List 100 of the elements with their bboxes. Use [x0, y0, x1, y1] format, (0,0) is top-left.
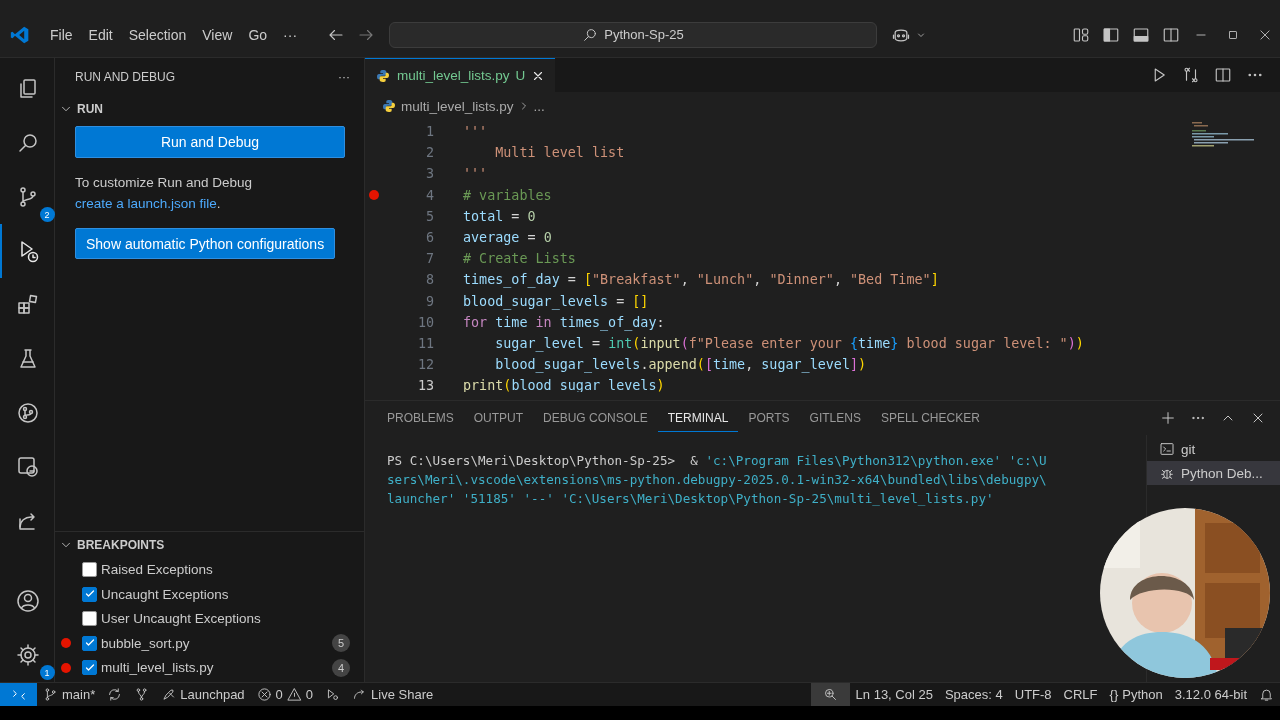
breadcrumb-item[interactable]: multi_level_lists.py [401, 98, 514, 114]
cursor-position[interactable]: Ln 13, Col 25 [849, 683, 939, 706]
split-layout-icon[interactable] [1162, 25, 1180, 44]
checkbox[interactable] [82, 586, 97, 602]
code-line: sugar_level = int(input(f"Please enter your {time} blood sugar level: ")) [494, 335, 1084, 351]
error-icon [256, 687, 272, 702]
code-line: times_of_day = ["Breakfast", "Lunch", "Dinner", "Bed Time"] [463, 272, 939, 288]
encoding-item[interactable]: UTF-8 [1008, 683, 1058, 706]
checkbox[interactable] [82, 660, 97, 676]
line-number: 11 [416, 335, 434, 351]
breakpoint-label: User Uncaught Exceptions [101, 611, 261, 627]
run-and-debug-button[interactable]: Run and Debug [75, 126, 345, 158]
indentation-item[interactable]: Spaces: 4 [938, 683, 1009, 706]
terminal-line: PS C:\Users\Meri\Desktop\Python-Sp-25> & 'c:\Program Files\Python312\python.exe' 'c:\U [387, 452, 1047, 470]
menu-item[interactable]: ··· [275, 24, 306, 45]
split-editor-icon[interactable] [1214, 66, 1232, 84]
code-line: ''' [463, 166, 488, 182]
code-line: Multi level list [494, 145, 625, 161]
line-number: 5 [424, 208, 434, 224]
launch-json-link[interactable]: create a launch.json file [75, 196, 217, 211]
warning-icon [286, 687, 302, 702]
search-field[interactable]: Python-Sp-25 [389, 21, 878, 48]
settings-icon[interactable] [16, 643, 40, 667]
checkbox[interactable] [82, 562, 97, 578]
compare-changes-icon[interactable] [1182, 66, 1200, 84]
code-line: total = 0 [463, 208, 536, 224]
debug-icon [325, 687, 341, 702]
code-line: ''' [463, 124, 488, 140]
branch-icon [43, 687, 58, 702]
line-number: 1 [424, 124, 434, 140]
menu-item[interactable]: View [194, 24, 241, 45]
plus-icon[interactable] [1160, 410, 1176, 426]
sidebar-toggle-icon[interactable] [1102, 25, 1120, 44]
layout-icon[interactable] [1072, 25, 1090, 44]
language-item[interactable]: {} Python [1103, 683, 1169, 706]
app-logo-icon [10, 24, 30, 45]
menu-item[interactable]: Selection [120, 24, 195, 45]
notification-badge: 1 [39, 665, 55, 680]
line-number: 3 [424, 166, 434, 182]
checkmark-icon [83, 661, 96, 674]
account-icon[interactable] [16, 589, 40, 613]
panel-tab[interactable]: OUTPUT [463, 404, 534, 432]
branch-item[interactable]: main* [37, 683, 102, 706]
terminal-icon [1159, 441, 1175, 457]
line-ending-item[interactable]: CRLF [1057, 683, 1104, 706]
terminal-line: sers\Meri\.vscode\extensions\ms-python.debugpy-2025.0.1-win32-x64\bundled\libs\debugpy\ [387, 471, 1047, 489]
editor-tab[interactable]: multi_level_lists.py U [365, 58, 556, 92]
section-header[interactable]: RUN [55, 96, 364, 122]
python-icon [381, 98, 397, 114]
search-icon [582, 26, 599, 43]
panel-tab[interactable]: GITLENS [799, 404, 871, 432]
search-icon[interactable] [16, 131, 40, 155]
launchpad-item[interactable]: Launchpad [155, 683, 251, 706]
line-number: 13 [416, 378, 434, 392]
breakpoint-label: bubble_sort.py [101, 635, 190, 651]
sidebar-title: RUN AND DEBUG [75, 70, 175, 84]
count-badge: 4 [332, 658, 350, 677]
breakpoint-label: multi_level_lists.py [101, 660, 214, 676]
checkbox[interactable] [82, 611, 97, 627]
checkbox[interactable] [82, 635, 97, 651]
code-line: average = 0 [463, 230, 552, 246]
panel-tab[interactable]: DEBUG CONSOLE [533, 404, 658, 432]
code-line: for time in times_of_day: [463, 314, 665, 330]
problems-item[interactable]: 0 0 [250, 683, 320, 706]
breadcrumb-item[interactable]: ... [533, 98, 545, 114]
more-actions-button[interactable]: ··· [338, 70, 350, 84]
remote-explorer-icon[interactable] [16, 455, 40, 479]
menu-item[interactable]: File [42, 24, 81, 45]
breakpoint-label: Raised Exceptions [101, 562, 213, 578]
panel-tab[interactable]: TERMINAL [657, 404, 739, 432]
line-number: 10 [416, 314, 434, 330]
line-number: 4 [424, 187, 434, 203]
code-line: # variables [463, 187, 552, 203]
code-line: blood_sugar_levels = [] [463, 293, 649, 309]
panel-toggle-icon[interactable] [1132, 25, 1150, 44]
terminal-list-item[interactable]: Python Deb... [1147, 461, 1280, 485]
help-text: To customize Run and Debug create a launch.json file. [75, 174, 254, 213]
line-number: 8 [424, 272, 434, 288]
count-badge: 5 [332, 634, 350, 653]
line-number: 6 [424, 230, 434, 246]
show-configurations-button[interactable]: Show automatic Python configurations [75, 228, 336, 259]
terminal-list-item[interactable]: git [1147, 437, 1280, 461]
terminal-line: launcher' '51185' '--' 'C:\Users\Meri\Desktop\Python-Sp-25\multi_level_lists.py' [387, 490, 995, 508]
line-number: 2 [424, 145, 434, 161]
sync-icon [107, 687, 123, 702]
breakpoint-label: Uncaught Exceptions [101, 586, 229, 602]
line-number: 9 [424, 293, 434, 309]
python-icon [375, 67, 391, 84]
panel-tab[interactable]: PORTS [738, 404, 800, 432]
live-share-item[interactable]: Live Share [346, 683, 440, 706]
section-header[interactable]: BREAKPOINTS [55, 531, 364, 558]
git-graph-icon[interactable] [16, 401, 40, 425]
panel-tab[interactable]: PROBLEMS [377, 404, 464, 432]
menu-item[interactable]: Go [240, 24, 276, 45]
zoom-button[interactable] [810, 683, 850, 706]
interpreter-item[interactable]: 3.12.0 64-bit [1168, 683, 1253, 706]
extensions-icon[interactable] [16, 293, 40, 317]
panel-tab[interactable]: SPELL CHECKER [870, 404, 990, 432]
close-icon[interactable] [1258, 27, 1272, 42]
menu-item[interactable]: Edit [80, 24, 121, 45]
